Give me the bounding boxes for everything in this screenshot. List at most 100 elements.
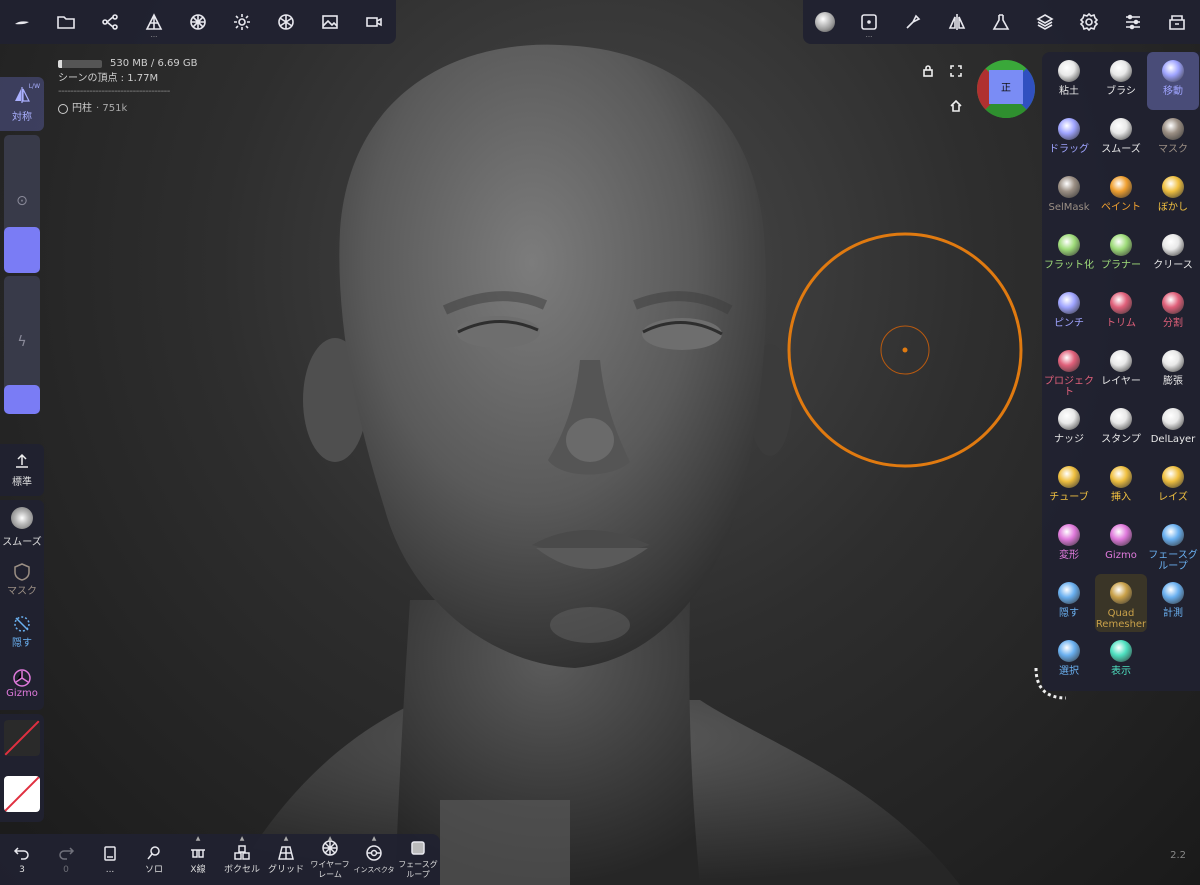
tool-15[interactable]: 分割 (1147, 284, 1199, 342)
tool-11[interactable]: プラナー (1095, 226, 1147, 284)
wireframe-button[interactable]: ▲ ワイヤーフレーム (308, 834, 352, 885)
tool-3[interactable]: 移動 (1147, 52, 1199, 110)
tool-16[interactable]: プロジェクト (1043, 342, 1095, 400)
tool-label: Quad Remesher (1095, 608, 1147, 630)
redo-count: 0 (63, 865, 69, 875)
tool-icon (1162, 408, 1184, 430)
inspector-button[interactable]: ▲ インスペクタ (352, 834, 396, 885)
tool-4[interactable]: ドラッグ (1043, 110, 1095, 168)
mesh-icon[interactable]: ··· (132, 0, 176, 44)
tool-5[interactable]: スムーズ (1095, 110, 1147, 168)
tool-20[interactable]: スタンプ (1095, 400, 1147, 458)
sliders-icon[interactable] (1111, 0, 1155, 44)
tool-27[interactable]: フェースグループ (1147, 516, 1199, 574)
stroke-icon[interactable]: ··· (847, 0, 891, 44)
tool-26[interactable]: Gizmo (1095, 516, 1147, 574)
tool-6[interactable]: マスク (1147, 110, 1199, 168)
home-icon[interactable] (947, 97, 965, 115)
image-icon[interactable] (308, 0, 352, 44)
solo-label: ソロ (144, 865, 163, 875)
tool-17[interactable]: レイヤー (1095, 342, 1147, 400)
undo-button[interactable]: 3 (0, 834, 44, 885)
redo-button[interactable]: 0 (44, 834, 88, 885)
tool-1[interactable]: 粘土 (1043, 52, 1095, 110)
scene-graph-icon[interactable] (88, 0, 132, 44)
folder-icon[interactable] (44, 0, 88, 44)
lock-icon[interactable] (919, 62, 937, 80)
tool-9[interactable]: ぼかし (1147, 168, 1199, 226)
upload-icon (16, 453, 28, 468)
hide-icon (14, 615, 30, 632)
gear-icon[interactable] (1067, 0, 1111, 44)
tool-25[interactable]: 変形 (1043, 516, 1095, 574)
tool-icon (1058, 582, 1080, 604)
topology-icon[interactable] (176, 0, 220, 44)
tool-28[interactable]: 隠す (1043, 574, 1095, 632)
tool-8[interactable]: ペイント (1095, 168, 1147, 226)
history-button[interactable]: ... (88, 834, 132, 885)
history-icon (104, 846, 116, 861)
tool-19[interactable]: ナッジ (1043, 400, 1095, 458)
tool-31[interactable]: 選択 (1043, 632, 1095, 690)
tool-label: レイヤー (1101, 376, 1141, 387)
tool-label: 変形 (1059, 550, 1079, 561)
shop-icon[interactable] (1155, 0, 1199, 44)
color-panel (0, 714, 44, 822)
fullscreen-icon[interactable] (947, 62, 965, 80)
sculpt-viewport[interactable] (0, 0, 1200, 885)
grid-button[interactable]: ▲ グリッド (264, 834, 308, 885)
gizmo-icon (13, 668, 31, 687)
voxel-button[interactable]: ▲ ボクセル (220, 834, 264, 885)
intensity-icon: ϟ (17, 334, 27, 350)
xray-button[interactable]: ▲ X線 (176, 834, 220, 885)
tool-22[interactable]: チューブ (1043, 458, 1095, 516)
tool-icon (1110, 408, 1132, 430)
tool-14[interactable]: トリム (1095, 284, 1147, 342)
tool-label: マスク (1158, 144, 1188, 155)
facegroup-button[interactable]: フェースグループ (396, 834, 440, 885)
intensity-slider[interactable]: ϟ (4, 276, 40, 414)
matcap-icon[interactable] (803, 0, 847, 44)
quick-smooth-button[interactable]: スムーズ (0, 502, 44, 552)
layers-icon[interactable] (1023, 0, 1067, 44)
solo-icon (147, 846, 160, 860)
symmetry-button[interactable]: 対称 L/W (0, 77, 44, 131)
quick-mask-button[interactable]: マスク (0, 554, 44, 604)
tool-32[interactable]: 表示 (1095, 632, 1147, 690)
radius-slider[interactable]: ⊙ (4, 135, 40, 273)
tool-label: ドラッグ (1049, 144, 1089, 155)
primary-color-swatch[interactable] (4, 720, 40, 756)
tool-12[interactable]: クリース (1147, 226, 1199, 284)
tool-icon (1110, 524, 1132, 546)
tool-10[interactable]: フラット化 (1043, 226, 1095, 284)
tool-23[interactable]: 挿入 (1095, 458, 1147, 516)
tool-13[interactable]: ピンチ (1043, 284, 1095, 342)
brush-settings-icon[interactable] (891, 0, 935, 44)
tool-21[interactable]: DelLayer (1147, 400, 1199, 458)
solo-button[interactable]: ソロ (132, 834, 176, 885)
secondary-color-swatch[interactable] (4, 776, 40, 812)
tool-24[interactable]: レイズ (1147, 458, 1199, 516)
quick-smooth-label: スムーズ (2, 536, 42, 548)
flask-icon[interactable] (979, 0, 1023, 44)
tool-icon (1162, 60, 1184, 82)
camera-icon[interactable] (352, 0, 396, 44)
tool-30[interactable]: 計測 (1147, 574, 1199, 632)
tool-29[interactable]: Quad Remesher (1095, 574, 1147, 632)
tool-7[interactable]: SelMask (1043, 168, 1095, 226)
symmetry-icon[interactable] (935, 0, 979, 44)
nomad-logo-icon[interactable] (0, 0, 44, 44)
object-row[interactable]: 円柱 · 751k (58, 101, 198, 116)
tool-18[interactable]: 膨張 (1147, 342, 1199, 400)
symmetry-flags: L/W (28, 83, 40, 90)
quick-hide-button[interactable]: 隠す (0, 606, 44, 656)
material-icon[interactable] (264, 0, 308, 44)
standard-button[interactable]: 標準 (0, 444, 44, 496)
view-cube-face-label: 正 (1001, 83, 1011, 94)
tool-2[interactable]: ブラシ (1095, 52, 1147, 110)
tool-icon (1058, 118, 1080, 140)
quick-gizmo-button[interactable]: Gizmo (0, 658, 44, 708)
light-icon[interactable] (220, 0, 264, 44)
tool-label: 分割 (1163, 318, 1183, 329)
view-cube[interactable]: 正 (977, 60, 1035, 118)
